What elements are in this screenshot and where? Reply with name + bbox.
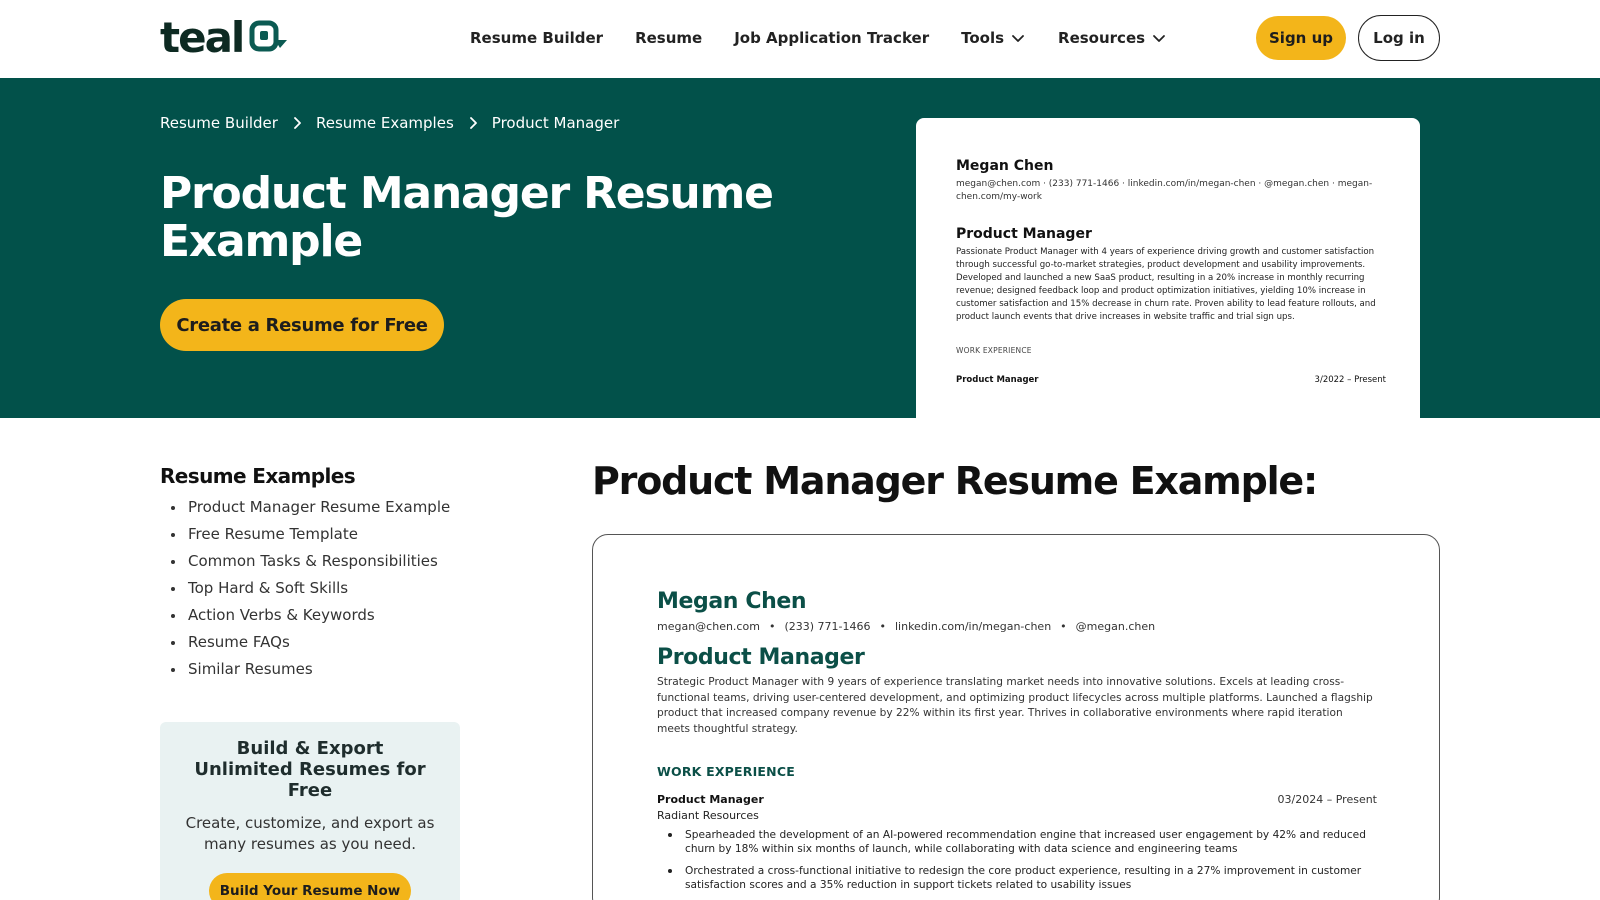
preview-section-heading: WORK EXPERIENCE bbox=[956, 346, 1032, 355]
breadcrumb-resume-examples[interactable]: Resume Examples bbox=[316, 114, 454, 132]
preview-summary: Passionate Product Manager with 4 years … bbox=[956, 247, 1376, 322]
contact-handle: @megan.chen bbox=[1075, 620, 1156, 633]
teal-logo[interactable]: teal bbox=[160, 13, 289, 62]
nav-tools-dropdown[interactable]: Tools bbox=[961, 24, 1026, 52]
sidebar-toc: Resume Examples Product Manager Resume E… bbox=[160, 464, 460, 683]
main-nav: Resume Builder Resume Job Application Tr… bbox=[470, 24, 1199, 52]
job-bullet: Spearheaded the development of an AI-pow… bbox=[668, 828, 1377, 856]
toc-item-skills[interactable]: Top Hard & Soft Skills bbox=[171, 575, 460, 602]
contact-phone: (233) 771-1466 bbox=[784, 620, 871, 633]
hero-banner: Resume Builder Resume Examples Product M… bbox=[0, 78, 1600, 418]
logo-wordmark: teal bbox=[160, 13, 245, 62]
contact-linkedin: linkedin.com/in/megan-chen bbox=[894, 620, 1052, 633]
toc-item-faqs[interactable]: Resume FAQs bbox=[171, 629, 460, 656]
breadcrumb-current-page: Product Manager bbox=[491, 114, 620, 132]
create-resume-button[interactable]: Create a Resume for Free bbox=[160, 299, 444, 351]
breadcrumb-resume-builder[interactable]: Resume Builder bbox=[160, 114, 278, 132]
toc-item-similar-resumes[interactable]: Similar Resumes bbox=[171, 656, 460, 683]
chevron-down-icon bbox=[1012, 35, 1024, 42]
nav-resume[interactable]: Resume bbox=[635, 24, 702, 52]
job-bullets: Spearheaded the development of an AI-pow… bbox=[657, 828, 1377, 892]
toc-item-resume-example[interactable]: Product Manager Resume Example bbox=[171, 494, 460, 521]
nav-label: Tools bbox=[961, 29, 1005, 47]
preview-job-row: Product Manager 3/2022 – Present bbox=[956, 375, 1386, 385]
logo-mark-icon bbox=[249, 20, 289, 56]
job-bullet: Orchestrated a cross-functional initiati… bbox=[668, 864, 1377, 892]
resume-preview-thumbnail: Megan Chen megan@chen.com · (233) 771-14… bbox=[916, 118, 1420, 418]
breadcrumb: Resume Builder Resume Examples Product M… bbox=[160, 114, 619, 132]
preview-name: Megan Chen bbox=[956, 158, 1054, 174]
toc-item-tasks[interactable]: Common Tasks & Responsibilities bbox=[171, 548, 460, 575]
resume-section-heading: WORK EXPERIENCE bbox=[657, 764, 795, 779]
resume-name: Megan Chen bbox=[657, 589, 807, 614]
page-title: Product Manager Resume Example bbox=[160, 168, 774, 267]
preview-job-date: 3/2022 – Present bbox=[1314, 375, 1386, 385]
sign-up-button[interactable]: Sign up bbox=[1256, 16, 1346, 60]
top-navbar: teal Resume Builder Resume Job Applicati… bbox=[0, 0, 1600, 78]
nav-label: Resources bbox=[1058, 29, 1146, 47]
nav-label: Job Application Tracker bbox=[734, 29, 930, 47]
promo-title: Build & Export Unlimited Resumes for Fre… bbox=[194, 738, 426, 801]
nav-resources-dropdown[interactable]: Resources bbox=[1058, 24, 1167, 52]
chevron-right-icon bbox=[469, 117, 477, 129]
nav-label: Resume Builder bbox=[470, 29, 604, 47]
promo-card: Build & Export Unlimited Resumes for Fre… bbox=[160, 722, 460, 900]
contact-email: megan@chen.com bbox=[657, 620, 760, 633]
section-title: Product Manager Resume Example: bbox=[592, 459, 1318, 503]
resume-title: Product Manager bbox=[657, 645, 865, 670]
job-company: Radiant Resources bbox=[657, 809, 759, 822]
build-resume-button[interactable]: Build Your Resume Now bbox=[209, 873, 411, 900]
resume-example-card: Megan Chen megan@chen.com • (233) 771-14… bbox=[592, 534, 1440, 900]
job-header: Product Manager 03/2024 – Present bbox=[657, 793, 1377, 806]
contact-separator: • bbox=[768, 620, 776, 633]
toc-item-action-verbs[interactable]: Action Verbs & Keywords bbox=[171, 602, 460, 629]
contact-separator: • bbox=[1060, 620, 1067, 633]
nav-label: Resume bbox=[635, 29, 703, 47]
contact-separator: • bbox=[879, 620, 886, 633]
log-in-button[interactable]: Log in bbox=[1358, 15, 1440, 61]
job-title: Product Manager bbox=[657, 793, 764, 806]
preview-contact: megan@chen.com · (233) 771-1466 · linked… bbox=[956, 179, 1373, 202]
nav-resume-builder[interactable]: Resume Builder bbox=[470, 24, 603, 52]
toc-list: Product Manager Resume Example Free Resu… bbox=[160, 494, 460, 683]
toc-item-free-template[interactable]: Free Resume Template bbox=[171, 521, 460, 548]
resume-contact: megan@chen.com • (233) 771-1466 • linked… bbox=[657, 620, 1377, 633]
chevron-down-icon bbox=[1153, 35, 1165, 42]
sidebar-title: Resume Examples bbox=[160, 464, 356, 488]
nav-job-application-tracker[interactable]: Job Application Tracker bbox=[734, 24, 929, 52]
job-date: 03/2024 – Present bbox=[1277, 793, 1377, 806]
chevron-right-icon bbox=[294, 117, 301, 129]
resume-summary: Strategic Product Manager with 9 years o… bbox=[657, 676, 1373, 735]
preview-title: Product Manager bbox=[956, 226, 1092, 242]
preview-job-title: Product Manager bbox=[956, 375, 1039, 385]
promo-description: Create, customize, and export as many re… bbox=[185, 814, 435, 853]
